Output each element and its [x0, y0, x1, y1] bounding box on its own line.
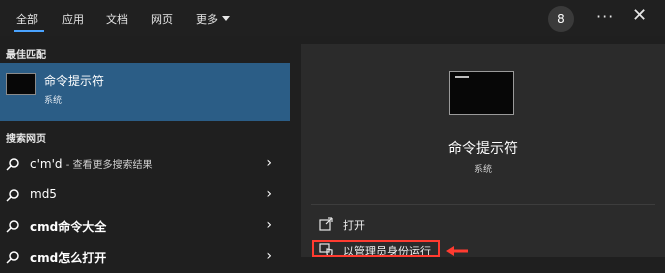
open-action[interactable]: 打开: [311, 214, 511, 236]
web-result-extra: 查看更多搜索结果: [72, 160, 153, 171]
chevron-right-icon[interactable]: ›: [266, 186, 272, 202]
web-result-text: cmd命令大全: [30, 218, 106, 235]
close-icon[interactable]: ✕: [632, 5, 647, 26]
web-result-text: c'm'd - 查看更多搜索结果: [30, 157, 153, 171]
best-match-header: 最佳匹配: [6, 50, 46, 61]
details-pane: 命令提示符 系统 打开 以管理员身份运行: [301, 44, 665, 258]
web-result-query: cmd怎么打开: [30, 251, 107, 265]
web-result-query: cmd命令大全: [30, 220, 107, 234]
command-prompt-icon: [6, 73, 36, 95]
web-result-item[interactable]: cmd怎么打开 ›: [0, 243, 290, 273]
chevron-right-icon[interactable]: ›: [266, 217, 272, 233]
web-result-item[interactable]: c'm'd - 查看更多搜索结果 ›: [0, 150, 290, 180]
tab-more-label: 更多: [196, 13, 218, 26]
rewards-badge[interactable]: 8: [548, 6, 574, 32]
search-icon: [6, 251, 19, 264]
tab-documents[interactable]: 文档: [106, 11, 128, 27]
results-pane: 最佳匹配 命令提示符 系统 搜索网页 c'm'd - 查看更多搜索结果 › md…: [0, 36, 290, 265]
divider: [311, 204, 655, 205]
active-tab-indicator: [14, 30, 44, 32]
best-match-item[interactable]: 命令提示符 系统: [0, 63, 290, 121]
details-subtitle: 系统: [473, 165, 492, 175]
web-result-query: c'm'd: [30, 157, 63, 171]
tab-web[interactable]: 网页: [151, 11, 173, 27]
chevron-down-icon: [222, 16, 230, 21]
details-title: 命令提示符: [448, 141, 518, 157]
search-filter-bar: 全部 应用 文档 网页 更多 8 ··· ✕: [0, 0, 665, 36]
search-icon: [6, 220, 19, 233]
tab-more[interactable]: 更多: [196, 11, 230, 27]
web-result-item[interactable]: md5 ›: [0, 181, 290, 211]
open-action-label: 打开: [343, 219, 365, 232]
chevron-right-icon[interactable]: ›: [266, 248, 272, 264]
more-options-icon[interactable]: ···: [596, 7, 614, 26]
command-prompt-large-icon: [449, 71, 514, 115]
annotation-arrow-icon: [446, 246, 468, 256]
search-icon: [6, 189, 19, 202]
open-icon: [319, 217, 333, 231]
best-match-title: 命令提示符: [44, 74, 105, 88]
web-result-item[interactable]: cmd命令大全 ›: [0, 212, 290, 242]
search-icon: [6, 158, 19, 171]
tab-all[interactable]: 全部: [16, 11, 38, 27]
chevron-right-icon[interactable]: ›: [266, 155, 272, 171]
web-result-text: cmd怎么打开: [30, 249, 106, 266]
best-match-subtitle: 系统: [44, 96, 63, 106]
search-web-header: 搜索网页: [6, 134, 46, 145]
tab-apps[interactable]: 应用: [62, 11, 84, 27]
web-result-text: md5: [30, 187, 57, 201]
annotation-highlight-box: [312, 240, 440, 257]
